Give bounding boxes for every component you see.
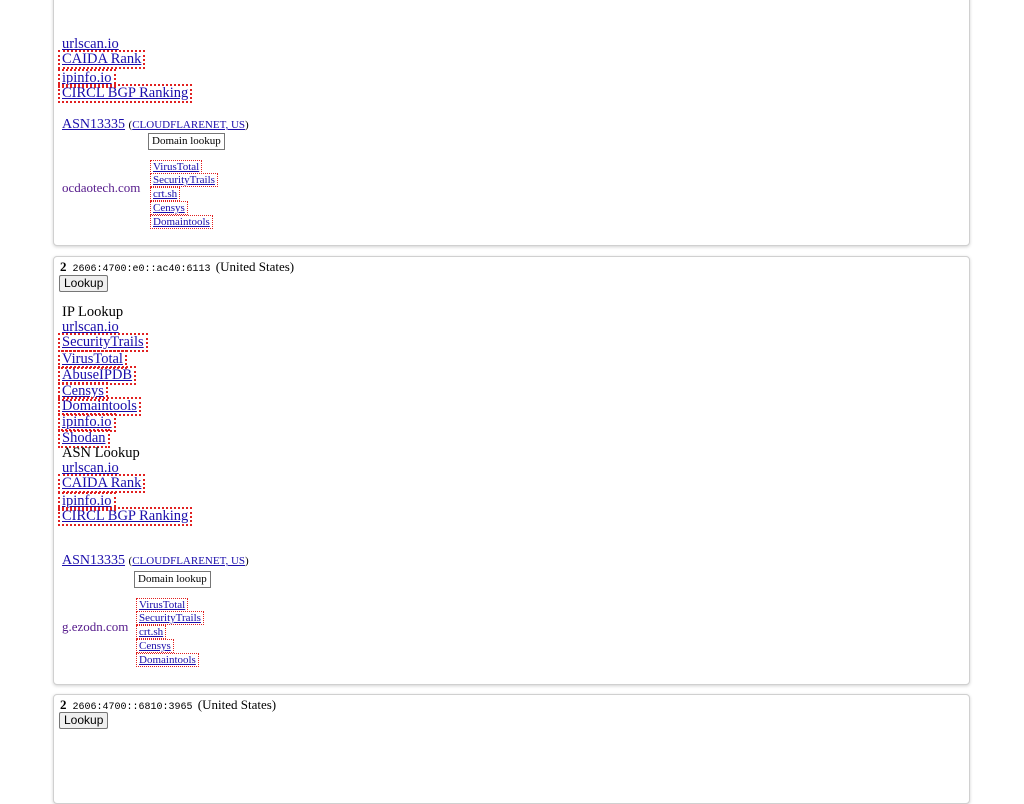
country: (United States) [197,697,277,712]
asn-line: ASN13335 (CLOUDFLARENET, US) [62,117,249,132]
domain-link-securitytrails[interactable]: SecurityTrails [136,611,204,625]
ip-address: 2606:4700:e0::ac40:6113 [72,264,211,275]
result-header: 2 2606:4700::6810:3965 (United States) [60,697,276,713]
asn-lookup-title: ASN Lookup [62,445,140,461]
domain-link-virustotal[interactable]: VirusTotal [150,160,203,174]
result-number: 2 [60,697,67,712]
asn-line: ASN13335 (CLOUDFLARENET, US) [62,553,249,568]
domain-lookup-button[interactable]: Domain lookup [134,571,211,588]
asn-number-link[interactable]: ASN13335 [62,117,125,132]
domain-link-securitytrails[interactable]: SecurityTrails [150,173,218,187]
asn-number-link[interactable]: ASN13335 [62,553,125,568]
domain-link-domaintools[interactable]: Domaintools [136,653,199,667]
asn-link-circl-bgp[interactable]: CIRCL BGP Ranking [58,507,193,526]
domain-name: g.ezodn.com [62,619,129,634]
lookup-button[interactable]: Lookup [59,275,109,292]
domain-lookup-button[interactable]: Domain lookup [148,133,225,150]
ip-lookup-title: IP Lookup [62,304,124,320]
result-header: 2 2606:4700:e0::ac40:6113 (United States) [60,259,294,275]
asn-link-caida-rank[interactable]: CAIDA Rank [58,474,146,493]
domain-link-censys[interactable]: Censys [136,639,174,653]
domain-link-domaintools[interactable]: Domaintools [150,215,213,229]
domain-link-censys[interactable]: Censys [150,201,188,215]
result-number: 2 [60,259,67,274]
country: (United States) [215,259,295,274]
lookup-button[interactable]: Lookup [59,712,109,729]
asn-link-circl-bgp[interactable]: CIRCL BGP Ranking [58,84,193,103]
domain-name: ocdaotech.com [62,180,141,195]
domain-link-crtsh[interactable]: crt.sh [150,187,181,201]
asn-org-link[interactable]: CLOUDFLARENET, US [132,119,245,131]
asn-org-link[interactable]: CLOUDFLARENET, US [132,555,245,567]
domain-link-virustotal[interactable]: VirusTotal [136,598,189,612]
domain-link-crtsh[interactable]: crt.sh [136,625,167,639]
asn-link-caida-rank[interactable]: CAIDA Rank [58,50,146,69]
